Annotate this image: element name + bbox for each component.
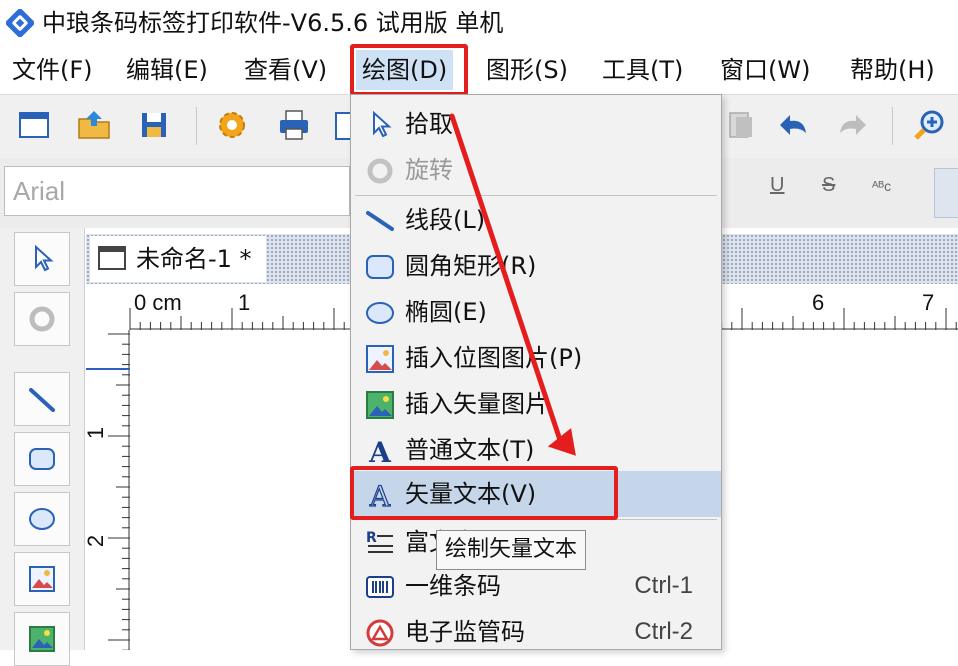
tooltip: 绘制矢量文本 [436,530,587,570]
